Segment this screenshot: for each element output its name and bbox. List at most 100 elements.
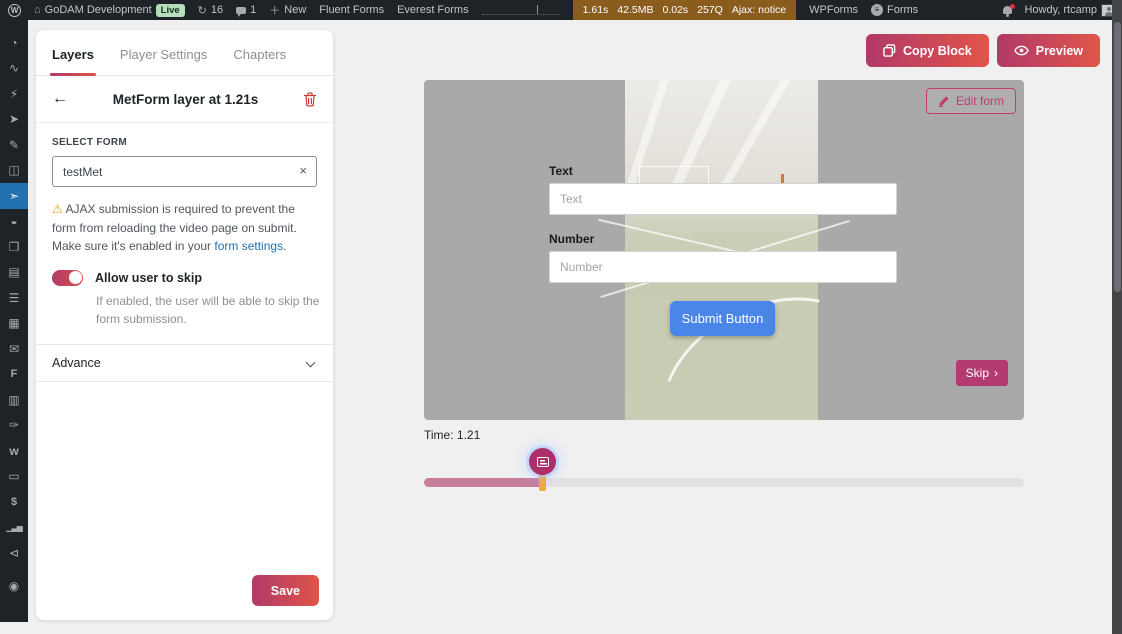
layer-marker-pin[interactable] xyxy=(529,448,556,475)
updates-count: 16 xyxy=(211,4,223,16)
qm-memory: 42.5MB xyxy=(617,4,653,16)
layer-title: MetForm layer at 1.21s xyxy=(68,92,303,107)
updates-menu[interactable]: ↻ 16 xyxy=(198,4,223,17)
wordpress-logo-icon[interactable]: W xyxy=(8,4,21,17)
tab-layers[interactable]: Layers xyxy=(52,47,94,75)
form-settings-link[interactable]: form settings xyxy=(214,239,283,253)
sidebar-item-posts[interactable]: ➤ xyxy=(0,107,28,133)
text-field-input[interactable] xyxy=(549,183,897,215)
sidebar-item-comments[interactable]: ▤ xyxy=(0,260,28,286)
forms-icon: ≡ xyxy=(871,4,883,16)
everest-forms-menu[interactable]: Everest Forms xyxy=(397,4,469,16)
wpforms-icon: w xyxy=(9,444,18,458)
sidebar-item-performance[interactable]: ⚡ xyxy=(0,81,28,107)
preview-button[interactable]: Preview xyxy=(997,34,1100,67)
back-button[interactable]: ← xyxy=(52,90,68,108)
form-card-icon: ▥ xyxy=(8,393,19,407)
pencil-icon xyxy=(938,95,950,107)
updates-icon: ↻ xyxy=(198,4,207,17)
sidebar-item-collapse[interactable]: ◉ xyxy=(0,574,28,600)
save-button[interactable]: Save xyxy=(252,575,319,606)
sidebar-item-megaphone[interactable]: ⊲ xyxy=(0,540,28,566)
form-select-input[interactable] xyxy=(52,156,317,187)
sidebar-item-wpforms[interactable]: w xyxy=(0,438,28,464)
query-monitor-menu[interactable]: 1.61s 42.5MB 0.02s 257Q Ajax: notice xyxy=(573,0,797,20)
editor-toolbar: Copy Block Preview xyxy=(866,34,1100,67)
copy-block-button[interactable]: Copy Block xyxy=(866,34,989,67)
edit-form-button[interactable]: Edit form xyxy=(926,88,1016,114)
fluent-forms-icon: F xyxy=(11,368,18,380)
time-label: Time: 1.21 xyxy=(424,428,480,442)
submit-button[interactable]: Submit Button xyxy=(670,301,775,336)
account-menu[interactable]: Howdy, rtcamp xyxy=(1024,4,1114,17)
scrollbar-thumb[interactable] xyxy=(1114,22,1121,292)
fluent-forms-menu[interactable]: Fluent Forms xyxy=(319,4,384,16)
chevron-right-icon: › xyxy=(994,366,998,380)
plus-icon: ＋ xyxy=(269,2,280,18)
notifications-menu[interactable] xyxy=(1003,6,1012,14)
admin-bar: W ⌂ GoDAM Development Live ↻ 16 1 ＋ New … xyxy=(0,0,1122,20)
advance-accordion[interactable]: Advance xyxy=(36,344,333,382)
new-content-menu[interactable]: ＋ New xyxy=(269,2,306,18)
sidebar-item-everest-forms[interactable]: ✑ xyxy=(0,413,28,439)
delete-layer-button[interactable] xyxy=(303,92,317,107)
qm-db-time: 0.02s xyxy=(662,4,688,16)
sidebar-item-comment-circle[interactable]: ◒ xyxy=(0,209,28,235)
video-preview: Edit form Text Number Submit Button Skip… xyxy=(424,80,1024,420)
bolt-icon: ⚡ xyxy=(10,87,18,101)
howdy-text: Howdy, rtcamp xyxy=(1024,4,1097,16)
site-menu[interactable]: ⌂ GoDAM Development Live xyxy=(34,4,185,17)
form-field-label-number: Number xyxy=(549,232,594,246)
form-select: × xyxy=(52,156,317,187)
sidebar-item-edit-document[interactable]: ✎ xyxy=(0,132,28,158)
timeline-seekbar[interactable] xyxy=(424,478,1024,487)
sidebar-item-form-card[interactable]: ▥ xyxy=(0,387,28,413)
comments-icon: ▤ xyxy=(8,265,19,279)
tab-player-settings[interactable]: Player Settings xyxy=(120,47,207,75)
sidebar-item-mail[interactable]: ✉ xyxy=(0,336,28,362)
admin-sidebar: ◔ ∿ ⚡ ➤ ✎ ◫ ➣ ◒ ❐ ▤ ☰ ▦ ✉ F ▥ ✑ w ▭ $ ▁▃… xyxy=(0,20,28,622)
sidebar-item-activity[interactable]: ∿ xyxy=(0,56,28,82)
sidebar-item-list-box[interactable]: ☰ xyxy=(0,285,28,311)
sidebar-item-godam[interactable]: ➣ xyxy=(0,183,28,209)
home-icon: ⌂ xyxy=(34,4,41,16)
sidebar-item-analytics[interactable]: ▁▃▅ xyxy=(0,515,28,541)
comment-circle-icon: ◒ xyxy=(10,214,17,228)
clear-selection-icon[interactable]: × xyxy=(299,163,307,178)
godam-icon: ➣ xyxy=(9,189,19,203)
sidebar-item-payments[interactable]: $ xyxy=(0,489,28,515)
list-box-icon: ☰ xyxy=(9,291,20,305)
number-field-input[interactable] xyxy=(549,251,897,283)
live-badge: Live xyxy=(156,4,185,17)
megaphone-icon: ⊲ xyxy=(9,546,19,560)
sidebar-item-users[interactable]: ◫ xyxy=(0,158,28,184)
layer-header: ← MetForm layer at 1.21s xyxy=(36,76,333,123)
comments-menu[interactable]: 1 xyxy=(236,4,256,16)
pen-icon: ✑ xyxy=(9,418,19,432)
warning-icon: ⚠ xyxy=(52,202,63,216)
trash-icon xyxy=(303,92,317,107)
wpforms-menu[interactable]: WPForms xyxy=(809,4,858,16)
tab-chapters[interactable]: Chapters xyxy=(233,47,286,75)
qm-status: Ajax: notice xyxy=(732,4,786,16)
archive-icon: ▭ xyxy=(8,469,19,483)
qm-php-time: 1.61s xyxy=(583,4,609,16)
forms-menu[interactable]: ≡ Forms xyxy=(871,4,918,16)
sidebar-item-pages[interactable]: ❐ xyxy=(0,234,28,260)
comment-bubble-icon xyxy=(236,7,246,14)
sidebar-item-fluent-forms[interactable]: F xyxy=(0,362,28,388)
sidebar-item-contact-card[interactable]: ▦ xyxy=(0,311,28,337)
form-layer-icon xyxy=(537,457,549,467)
ajax-warning: ⚠ AJAX submission is required to prevent… xyxy=(52,200,317,256)
sidebar-item-dashboard[interactable]: ◔ xyxy=(0,30,28,56)
qm-queries: 257Q xyxy=(697,4,723,16)
collapse-menu-icon: ◉ xyxy=(9,579,19,593)
chart-icon: ▁▃▅ xyxy=(6,523,21,532)
skip-button[interactable]: Skip › xyxy=(956,360,1008,386)
chevron-down-icon xyxy=(306,358,316,368)
allow-skip-toggle[interactable] xyxy=(52,270,83,286)
allow-skip-description: If enabled, the user will be able to ski… xyxy=(96,292,326,328)
mail-icon: ✉ xyxy=(9,342,19,356)
dollar-icon: $ xyxy=(11,496,17,508)
sidebar-item-archive[interactable]: ▭ xyxy=(0,464,28,490)
